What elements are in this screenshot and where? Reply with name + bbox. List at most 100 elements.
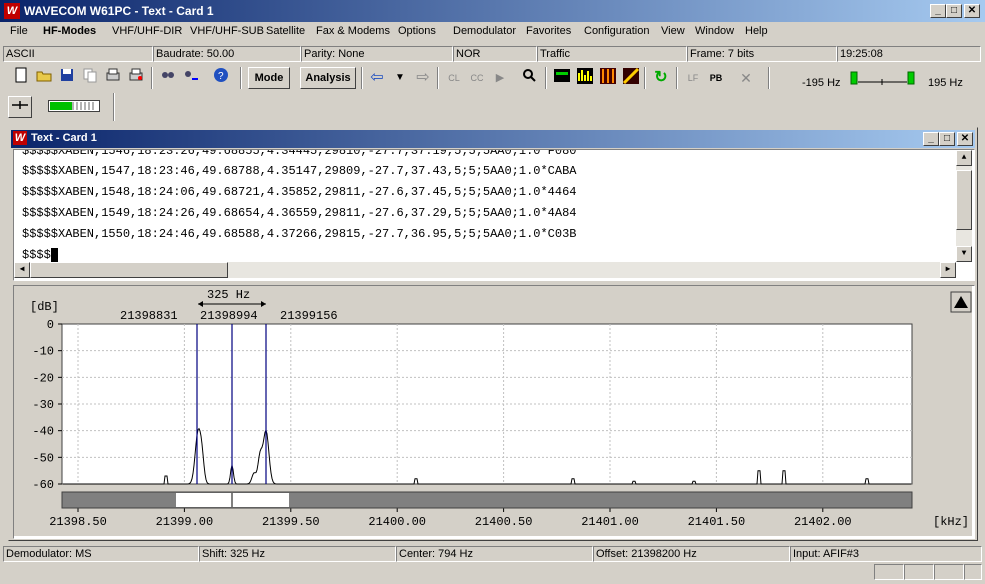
print-icon[interactable] — [102, 67, 124, 89]
new-icon[interactable] — [10, 67, 32, 89]
mode-button[interactable]: Mode — [248, 67, 290, 89]
horizontal-scroll-thumb[interactable] — [30, 262, 228, 278]
menu-demodulator[interactable]: Demodulator — [453, 25, 516, 37]
sync-button[interactable] — [8, 96, 32, 118]
toolbar-separator — [361, 67, 363, 89]
scroll-right-button[interactable]: ▶ — [940, 262, 956, 278]
vertical-scroll-thumb[interactable] — [956, 170, 972, 230]
signal-level-meter — [48, 100, 100, 112]
y-tick-label: -50 — [32, 451, 54, 465]
offset-status: Offset: 21398200 Hz — [593, 546, 790, 562]
input-status: Input: AFIF#3 — [790, 546, 982, 562]
frame-field: Frame: 7 bits — [687, 46, 837, 62]
scroll-down-button[interactable]: ▼ — [956, 246, 972, 262]
find-replace-icon[interactable] — [180, 67, 202, 89]
print-preview-icon[interactable] — [125, 67, 147, 89]
shift-marker-label: 325 Hz — [207, 288, 250, 302]
toolbar-separator — [151, 67, 153, 89]
code-field: ASCII — [3, 46, 153, 62]
child-logo-icon[interactable]: W — [13, 131, 27, 145]
child-minimize-button[interactable]: _ — [923, 132, 939, 146]
vertical-scrollbar[interactable]: ▲ ▼ — [956, 150, 972, 262]
text-line: $$$$$XABEN,1550,18:24:46,49.68588,4.3726… — [22, 227, 577, 241]
analysis-button[interactable]: Analysis — [300, 67, 356, 89]
scope-icon[interactable] — [551, 67, 573, 89]
time-field: 19:25:08 — [837, 46, 981, 62]
text-line: $$$$$XABEN,1549,18:24:26,49.68654,4.3655… — [22, 206, 577, 220]
parity-field: Parity: None — [301, 46, 453, 62]
menu-options[interactable]: Options — [398, 25, 436, 37]
app-title: WAVECOM W61PC - Text - Card 1 — [24, 4, 214, 18]
text-line-cursor: $$$$ — [22, 248, 59, 262]
tuning-indicator — [850, 71, 916, 87]
menu-help[interactable]: Help — [745, 25, 768, 37]
open-folder-icon[interactable] — [33, 67, 55, 89]
menu-window[interactable]: Window — [695, 25, 734, 37]
menu-view[interactable]: View — [661, 25, 685, 37]
traffic-field: Traffic — [537, 46, 687, 62]
x-tick-label: 21398.50 — [49, 515, 107, 529]
child-close-button[interactable]: ✕ — [957, 132, 973, 146]
zoom-icon[interactable] — [518, 67, 540, 89]
toolbar-separator — [545, 67, 547, 89]
menu-fax-modems[interactable]: Fax & Modems — [316, 25, 390, 37]
maximize-button[interactable]: □ — [946, 4, 962, 18]
db-label: [dB] — [30, 300, 59, 314]
lf-icon[interactable]: LF — [682, 67, 704, 89]
child-title: Text - Card 1 — [31, 132, 97, 144]
waterfall-icon[interactable] — [597, 67, 619, 89]
find-icon[interactable] — [157, 67, 179, 89]
menu-file[interactable]: File — [10, 25, 28, 37]
khz-label: [kHz] — [933, 515, 969, 529]
refresh-icon[interactable]: ↻ — [650, 67, 672, 89]
play-icon[interactable]: ▶ — [489, 67, 511, 89]
ccc-icon[interactable]: CC — [466, 67, 488, 89]
marker-freq-center: 21398994 — [200, 309, 258, 323]
arrow-left-icon[interactable]: ⇦ — [366, 67, 388, 89]
menu-configuration[interactable]: Configuration — [584, 25, 649, 37]
copy-icon[interactable] — [79, 67, 101, 89]
menu-favorites[interactable]: Favorites — [526, 25, 571, 37]
x-tick-label: 21401.00 — [581, 515, 639, 529]
disconnect-icon[interactable]: ✕ — [735, 67, 757, 89]
scroll-left-button[interactable]: ◀ — [14, 262, 30, 278]
marker-freq-left: 21398831 — [120, 309, 178, 323]
clear-icon[interactable]: CL — [443, 67, 465, 89]
x-tick-label: 21402.00 — [794, 515, 852, 529]
chevron-down-icon[interactable]: ▼ — [389, 67, 411, 89]
app-logo-icon[interactable]: W — [4, 3, 20, 19]
demodulator-status: Demodulator: MS — [3, 546, 199, 562]
toolbar-separator — [240, 67, 242, 89]
menu-satellite[interactable]: Satellite — [266, 25, 305, 37]
toolbar-separator — [768, 67, 770, 89]
y-tick-label: -60 — [32, 478, 54, 492]
size-grip[interactable] — [964, 564, 982, 580]
menu-hf-modes[interactable]: HF-Modes — [43, 25, 96, 37]
menu-vhf-uhf-sub[interactable]: VHF/UHF-SUB — [190, 25, 264, 37]
pb-icon[interactable]: PB — [705, 67, 727, 89]
text-line: $$$$ — [22, 248, 51, 262]
save-icon[interactable] — [56, 67, 78, 89]
scroll-up-button[interactable]: ▲ — [956, 150, 972, 166]
toolbar-separator — [437, 67, 439, 89]
close-button[interactable]: ✕ — [964, 4, 980, 18]
x-tick-label: 21400.00 — [368, 515, 426, 529]
minimize-button[interactable]: _ — [930, 4, 946, 18]
horizontal-scrollbar[interactable]: ◀ ▶ — [14, 262, 956, 278]
menu-bar: File HF-Modes VHF/UHF-DIR VHF/UHF-SUB Sa… — [0, 22, 985, 42]
y-tick-label: 0 — [47, 318, 54, 332]
x-tick-label: 21399.00 — [156, 515, 214, 529]
constellation-icon[interactable] — [620, 67, 642, 89]
arrow-right-icon[interactable]: ⇨ — [412, 67, 434, 89]
text-line: $$$$$XABEN,1547,18:23:46,49.68788,4.3514… — [22, 164, 577, 178]
x-tick-label: 21400.50 — [475, 515, 533, 529]
child-maximize-button[interactable]: □ — [939, 132, 955, 146]
decoded-text-area[interactable]: $$$$$XABEN,1546,18:23:26,49.68855,4.3444… — [13, 149, 975, 281]
fft-icon[interactable] — [574, 67, 596, 89]
toolbar-separator — [676, 67, 678, 89]
menu-vhf-uhf-dir[interactable]: VHF/UHF-DIR — [112, 25, 182, 37]
spectrum-chart[interactable]: 0 -10 -20 -30 -40 -50 -60 [dB] [kHz] 325 Hz 21… — [14, 286, 972, 536]
tuning-right-label: 195 Hz — [928, 77, 963, 89]
help-icon[interactable]: ? — [210, 67, 232, 89]
x-tick-label: 21401.50 — [688, 515, 746, 529]
